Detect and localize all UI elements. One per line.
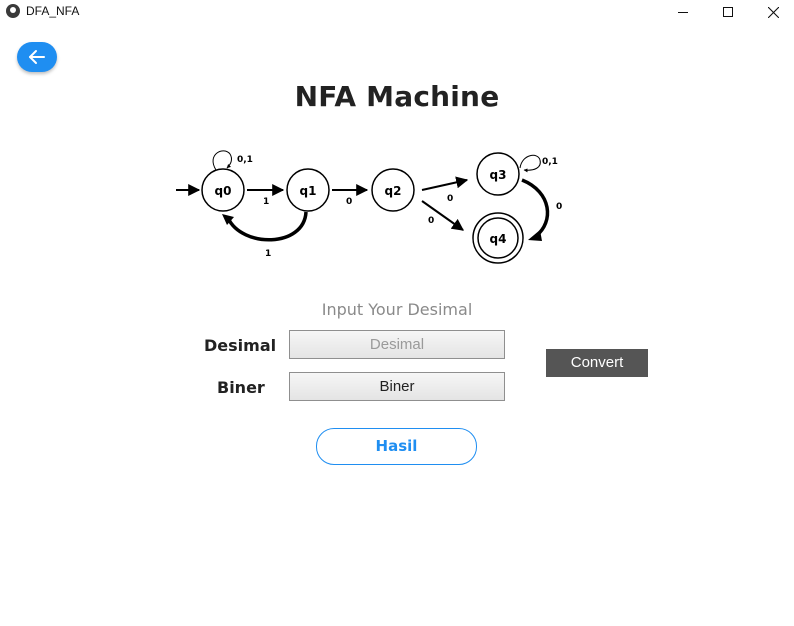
svg-text:0,1: 0,1 [237, 155, 253, 165]
desimal-input[interactable]: Desimal [289, 330, 505, 359]
desimal-label: Desimal [204, 336, 277, 355]
minimize-button[interactable] [660, 0, 706, 24]
maximize-button[interactable] [705, 0, 751, 24]
transition-q0-q0: 0,1 [212, 150, 253, 171]
state-q0: q0 [201, 168, 245, 212]
close-icon [767, 6, 779, 18]
svg-text:0: 0 [447, 194, 453, 204]
input-heading: Input Your Desimal [321, 300, 473, 319]
transition-q0-q1: 1 [247, 184, 285, 207]
transition-q3-q3: 0,1 [519, 154, 558, 173]
svg-text:q4: q4 [490, 232, 507, 246]
nfa-diagram: q0 q1 q2 q3 q4 0,1 1 1 0 0 0 0,1 0 [176, 150, 562, 264]
svg-text:0: 0 [556, 202, 562, 212]
svg-text:q1: q1 [300, 184, 317, 198]
close-button[interactable] [750, 0, 794, 24]
svg-text:1: 1 [265, 249, 271, 259]
state-q3: q3 [476, 152, 520, 196]
app-icon [6, 4, 20, 18]
minimize-icon [678, 12, 688, 13]
svg-text:1: 1 [263, 197, 269, 207]
maximize-icon [723, 7, 733, 17]
transition-q2-q4: 0 [421, 200, 464, 231]
state-q4: q4 [472, 212, 524, 264]
page-title: NFA Machine [294, 80, 500, 113]
svg-text:q3: q3 [490, 168, 507, 182]
hasil-button[interactable]: Hasil [316, 428, 477, 465]
back-button[interactable] [17, 42, 57, 72]
convert-button[interactable]: Convert [546, 349, 648, 377]
window-title: DFA_NFA [26, 4, 80, 18]
svg-text:q2: q2 [385, 184, 402, 198]
transition-q1-q2: 0 [332, 184, 369, 207]
svg-text:0,1: 0,1 [542, 157, 558, 167]
arrow-left-icon [29, 50, 45, 64]
svg-text:0: 0 [428, 216, 434, 226]
transition-q3-q4: 0 [521, 178, 562, 241]
state-q2: q2 [371, 168, 415, 212]
state-q1: q1 [286, 168, 330, 212]
svg-text:0: 0 [346, 197, 352, 207]
window-titlebar: DFA_NFA [0, 0, 794, 24]
biner-label: Biner [217, 378, 265, 397]
svg-text:q0: q0 [215, 184, 232, 198]
biner-output-field[interactable]: Biner [289, 372, 505, 401]
transition-q1-q0: 1 [222, 211, 308, 259]
transition-q2-q3: 0 [421, 176, 469, 204]
